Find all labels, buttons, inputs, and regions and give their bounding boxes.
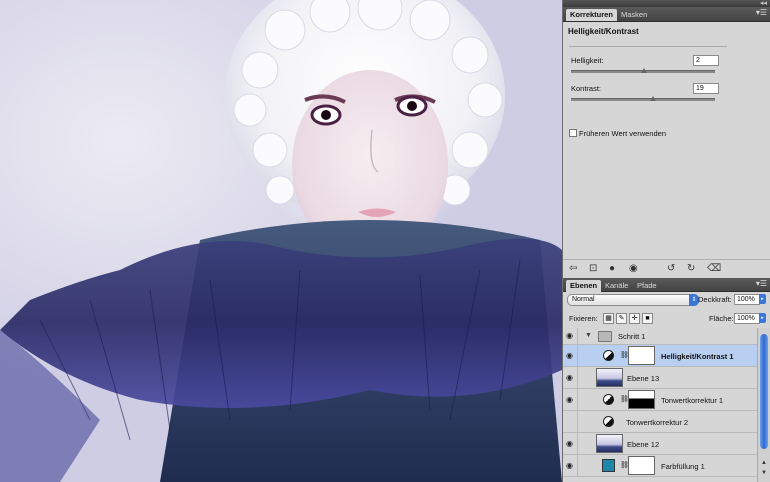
fill-color-swatch[interactable] xyxy=(602,459,615,472)
layer-row[interactable]: ◉ ⛓ Farbfüllung 1 xyxy=(563,455,757,477)
layer-mask-thumbnail[interactable] xyxy=(628,390,655,409)
contrast-input[interactable]: 19 xyxy=(693,83,719,94)
divider xyxy=(569,46,727,47)
layer-row[interactable]: ◉ ▼ Schritt 1 xyxy=(563,328,757,345)
layer-mask-thumbnail[interactable] xyxy=(628,346,655,365)
eye-icon[interactable]: ◉ xyxy=(566,395,573,404)
folder-icon xyxy=(598,331,612,342)
lock-pixels-icon[interactable]: ✎ xyxy=(616,313,627,324)
tab-korrekturen[interactable]: Korrekturen xyxy=(566,9,617,21)
brightness-slider-thumb[interactable] xyxy=(641,68,648,73)
layers-panel: Ebenen Kanäle Pfade ▾☰ Normal ⇕ Deckkraf… xyxy=(563,278,770,482)
layers-panel-menu-icon[interactable]: ▾☰ xyxy=(756,279,767,288)
collapse-icon[interactable]: ◂◂ xyxy=(760,0,767,7)
panel-menu-icon[interactable]: ▾☰ xyxy=(756,8,767,17)
scroll-down-icon[interactable]: ▼ xyxy=(761,470,767,476)
layer-row[interactable]: ◉ Ebene 13 xyxy=(563,367,757,389)
layer-name: Tonwertkorrektur 1 xyxy=(661,396,724,405)
brightness-input[interactable]: 2 xyxy=(693,55,719,66)
reset-icon[interactable]: ↻ xyxy=(687,263,695,274)
delete-icon[interactable]: ⌫ xyxy=(707,263,721,274)
use-legacy-row[interactable]: Früheren Wert verwenden xyxy=(569,129,666,138)
layer-row[interactable]: Tonwertkorrektur 2 xyxy=(563,411,757,433)
opacity-dropdown-icon[interactable]: ▸ xyxy=(759,294,766,304)
eye-icon[interactable]: ◉ xyxy=(566,373,573,382)
visibility-eye-icon[interactable]: ◉ xyxy=(629,263,638,274)
expanded-view-icon[interactable]: ⊡ xyxy=(589,263,597,274)
layer-row[interactable]: ◉ ⛓ Tonwertkorrektur 1 xyxy=(563,389,757,411)
layer-list: ◉ ▼ Schritt 1 ◉ ⛓ Helligkeit/Kontrast 1 … xyxy=(563,328,757,482)
layer-name: Tonwertkorrektur 2 xyxy=(626,418,689,427)
photo-artwork xyxy=(0,0,562,482)
contrast-slider-thumb[interactable] xyxy=(650,96,657,101)
tab-kanaele[interactable]: Kanäle xyxy=(601,280,632,292)
layer-row-selected[interactable]: ◉ ⛓ Helligkeit/Kontrast 1 xyxy=(563,345,757,367)
tab-masken[interactable]: Masken xyxy=(617,9,651,21)
layer-name: Helligkeit/Kontrast 1 xyxy=(661,352,734,361)
fill-input[interactable]: 100% xyxy=(734,313,760,324)
layer-name: Ebene 13 xyxy=(627,374,660,383)
layer-name: Ebene 12 xyxy=(627,440,660,449)
layer-thumbnail xyxy=(596,368,623,387)
tab-pfade[interactable]: Pfade xyxy=(633,280,661,292)
panel-dock-titlebar[interactable]: ◂◂ xyxy=(563,0,770,7)
use-legacy-label: Früheren Wert verwenden xyxy=(579,129,666,138)
lock-label: Fixieren: xyxy=(569,314,598,323)
layer-name: Farbfüllung 1 xyxy=(661,462,705,471)
blend-mode-value: Normal xyxy=(572,296,595,303)
layers-tabbar: Ebenen Kanäle Pfade ▾☰ xyxy=(563,278,770,292)
clip-to-layer-icon[interactable]: ● xyxy=(609,263,615,274)
blend-mode-select[interactable]: Normal ⇕ xyxy=(567,294,699,306)
fill-dropdown-icon[interactable]: ▸ xyxy=(759,313,766,323)
adjustments-tabbar: Korrekturen Masken ▾☰ xyxy=(563,7,770,22)
lock-row: Fixieren: ▦ ✎ ✛ ■ Fläche: 100% ▸ xyxy=(563,311,770,325)
adjustment-layer-icon xyxy=(603,416,614,427)
adjustment-layer-icon xyxy=(603,350,614,361)
adjustments-footer: ⇦ ⊡ ● ◉ ↺ ↻ ⌫ xyxy=(563,259,770,278)
layer-name: Schritt 1 xyxy=(618,332,646,341)
lock-position-icon[interactable]: ✛ xyxy=(629,313,640,324)
layer-thumbnail xyxy=(596,434,623,453)
use-legacy-checkbox[interactable] xyxy=(569,129,577,137)
lock-transparency-icon[interactable]: ▦ xyxy=(603,313,614,324)
layer-mask-thumbnail[interactable] xyxy=(628,456,655,475)
adjustment-layer-icon xyxy=(603,394,614,405)
blend-row: Normal ⇕ Deckkraft: 100% ▸ xyxy=(563,293,770,307)
scroll-up-icon[interactable]: ▲ xyxy=(761,460,767,466)
eye-icon[interactable]: ◉ xyxy=(566,461,573,470)
opacity-label: Deckkraft: xyxy=(698,295,732,304)
contrast-label: Kontrast: xyxy=(571,84,602,93)
opacity-input[interactable]: 100% xyxy=(734,294,760,305)
eye-icon[interactable]: ◉ xyxy=(566,439,573,448)
contrast-slider[interactable] xyxy=(571,98,715,101)
return-to-list-icon[interactable]: ⇦ xyxy=(569,263,577,274)
adjustment-title: Helligkeit/Kontrast xyxy=(568,27,639,36)
expand-triangle-icon[interactable]: ▼ xyxy=(585,332,592,339)
panel-dock: ◂◂ Korrekturen Masken ▾☰ Helligkeit/Kont… xyxy=(562,0,770,482)
fill-label: Fläche: xyxy=(709,314,734,323)
layers-scrollbar[interactable]: ▲ ▼ xyxy=(757,328,770,482)
adjustments-panel: Helligkeit/Kontrast Helligkeit: 2 Kontra… xyxy=(563,22,770,278)
eye-icon[interactable]: ◉ xyxy=(566,351,573,360)
view-previous-state-icon[interactable]: ↺ xyxy=(667,263,675,274)
eye-column xyxy=(563,411,578,432)
eye-icon[interactable]: ◉ xyxy=(566,331,573,340)
tab-ebenen[interactable]: Ebenen xyxy=(566,280,602,292)
document-canvas[interactable] xyxy=(0,0,562,482)
brightness-label: Helligkeit: xyxy=(571,56,604,65)
scrollbar-thumb[interactable] xyxy=(760,334,768,449)
lock-all-icon[interactable]: ■ xyxy=(642,313,653,324)
layer-row[interactable]: ◉ Ebene 12 xyxy=(563,433,757,455)
